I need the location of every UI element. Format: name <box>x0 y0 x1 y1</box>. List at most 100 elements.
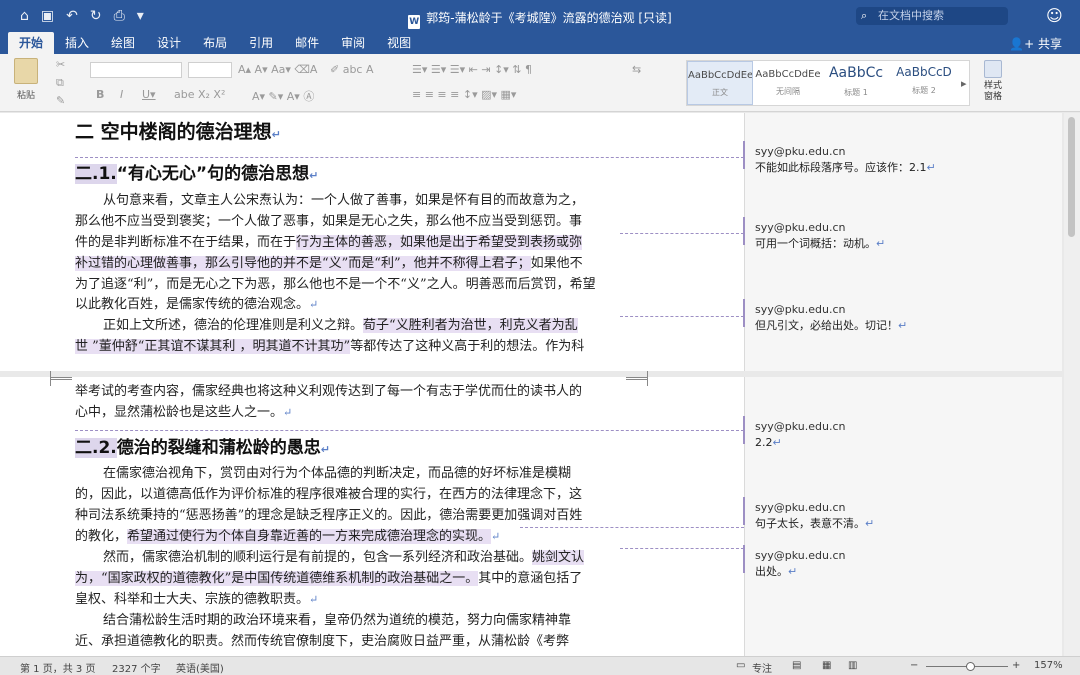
comment-text: 不能如此标段落序号。应该作：2.1↵ <box>755 160 936 176</box>
paragraph-mark: ↵ <box>309 593 319 606</box>
tab-mailings[interactable]: 邮件 <box>284 32 330 54</box>
comment-bar <box>743 217 745 245</box>
paragraph-mark: ↵ <box>926 161 936 174</box>
comment-leader <box>75 157 744 158</box>
body-line: 种司法系统秉持的“惩恶扬善”的理念是缺乏程序正义的。因此，德治需要更加强调对百姓 <box>75 508 583 523</box>
commented-text[interactable]: 姚剑文认 <box>532 550 585 565</box>
styles-gallery: AaBbCcDdEe 正文 AaBbCcDdEe 无间隔 AaBbCc 标题 1… <box>686 60 970 106</box>
tab-design[interactable]: 设计 <box>146 32 192 54</box>
styles-pane-icon <box>984 60 1002 78</box>
comment-body: 2.2 <box>755 436 773 449</box>
italic-icon[interactable]: I <box>120 88 123 101</box>
comment-5[interactable]: syy@pku.edu.cn 句子太长，表意不清。↵ <box>743 497 874 532</box>
format-painter-icon[interactable]: ✎ <box>56 94 65 107</box>
page-count[interactable]: 第 1 页，共 3 页 <box>20 660 95 675</box>
commented-text[interactable]: 补过错的心理做善事，那么引导他的并不是“义”而是“利”，他并不称得上君子； <box>75 256 531 271</box>
commented-text[interactable]: 世 ”董仲舒“正其谊不谋其利 ，明其道不计其功” <box>75 339 351 354</box>
comment-6[interactable]: syy@pku.edu.cn 出处。↵ <box>743 545 845 580</box>
comment-bar <box>743 497 745 525</box>
focus-mode-label[interactable]: 专注 <box>752 660 772 675</box>
comment-text: 2.2↵ <box>755 435 845 451</box>
commented-text[interactable]: 为，“国家政权的道德教化”是中国传统道德维系机制的政治基础之一。 <box>75 571 479 586</box>
clear-format-icon[interactable]: ✐ abc A <box>330 63 374 76</box>
commented-text[interactable]: 荀子“义胜利者为治世，利克义者为乱 <box>363 318 578 333</box>
style-sample: AaBbCcD <box>896 65 952 79</box>
paragraph-mark: ↵ <box>309 169 319 182</box>
scrollbar-thumb[interactable] <box>1068 117 1075 237</box>
paragraph-mark: ↵ <box>865 517 875 530</box>
zoom-in-icon[interactable]: + <box>1012 660 1020 671</box>
focus-icon[interactable]: ▭ <box>736 660 745 671</box>
tab-references[interactable]: 引用 <box>238 32 284 54</box>
zoom-slider-knob[interactable] <box>966 662 975 671</box>
comment-4[interactable]: syy@pku.edu.cn 2.2↵ <box>743 416 846 451</box>
word-count[interactable]: 2327 个字 <box>112 660 161 675</box>
grow-font-icon[interactable]: A▴ A▾ Aa▾ ⌫A <box>238 63 317 76</box>
paragraph-mark: ↵ <box>320 443 330 456</box>
style-heading-1[interactable]: AaBbCc 标题 1 <box>823 61 889 105</box>
style-heading-2[interactable]: AaBbCcD 标题 2 <box>891 61 957 105</box>
tab-draw[interactable]: 绘图 <box>100 32 146 54</box>
body-text: 如果他不 <box>530 256 583 271</box>
comment-text: 句子太长，表意不清。↵ <box>755 516 874 532</box>
web-layout-icon[interactable]: ▦ <box>822 660 831 671</box>
tab-layout[interactable]: 布局 <box>192 32 238 54</box>
paragraph-mark: ↵ <box>491 530 501 543</box>
body-text: 皇权、科举和士大夫、宗族的德教职责。 <box>75 592 310 607</box>
print-layout-icon[interactable]: ▤ <box>792 660 801 671</box>
bold-icon[interactable]: B <box>96 88 104 101</box>
read-mode-icon[interactable]: ▥ <box>848 660 857 671</box>
heading-1: 二 空中楼阁的德治理想↵ <box>75 117 281 144</box>
font-color-icon[interactable]: A▾ ✎▾ A▾ Ⓐ <box>252 88 314 104</box>
commented-text[interactable]: 希望通过使行为个体自身靠近善的一方来完成德治理念的实现。 <box>127 529 492 544</box>
body-line: 的，因此，以道德高低作为评价标准的程序很难被合理的实行，在西方的法律理念下，这 <box>75 487 583 502</box>
body-text: 其中的意涵包括了 <box>478 571 583 586</box>
body-line: 然而，儒家德治机制的顺利运行是有前提的，包含一系列经济和政治基础。姚剑文认 <box>103 548 585 568</box>
style-normal[interactable]: AaBbCcDdEe 正文 <box>687 61 753 105</box>
language-indicator[interactable]: 英语(美国) <box>176 660 224 675</box>
heading-1-text: 二 空中楼阁的德治理想 <box>75 121 272 143</box>
heading-2-1: 二.1.“有心无心”句的德治思想↵ <box>75 159 318 184</box>
tab-home[interactable]: 开始 <box>8 32 55 54</box>
body-line: 近、承担道德教化的职责。然而传统官僚制度下，吏治腐败日益严重，从蒲松龄《考弊 <box>75 634 570 649</box>
copy-icon[interactable]: ⧉ <box>56 76 64 90</box>
feedback-smiley-icon[interactable]: ☺ <box>1046 6 1063 25</box>
comment-author: syy@pku.edu.cn <box>755 420 846 433</box>
align-left-icon[interactable]: ≡ ≡ ≡ ≡ ↕▾ ▨▾ ▦▾ <box>412 88 516 101</box>
search-placeholder: 在文档中搜索 <box>878 9 944 22</box>
body-text: 正如上文所述，德治的伦理准则是利义之辩。 <box>103 318 364 333</box>
bullets-icon[interactable]: ☰▾ ☰▾ ☰▾ ⇤ ⇥ ↕▾ ⇅ ¶ <box>412 63 532 76</box>
find-replace-icon[interactable]: ⇆ <box>632 63 641 76</box>
tab-view[interactable]: 视图 <box>376 32 422 54</box>
strikethrough-icon[interactable]: abe X₂ X² <box>174 88 225 101</box>
document-area[interactable]: 二 空中楼阁的德治理想↵ 二.1.“有心无心”句的德治思想↵ 从句意来看，文章主… <box>0 113 1080 656</box>
comment-bar <box>743 141 745 169</box>
share-button[interactable]: 👤+ 共享 <box>1009 35 1062 52</box>
style-no-spacing[interactable]: AaBbCcDdEe 无间隔 <box>755 61 821 105</box>
comment-2[interactable]: syy@pku.edu.cn 可用一个词概括：动机。↵ <box>743 217 885 252</box>
tab-review[interactable]: 审阅 <box>330 32 376 54</box>
comment-leader <box>520 527 744 528</box>
body-line: 为，“国家政权的道德教化”是中国传统道德维系机制的政治基础之一。其中的意涵包括了 <box>75 569 582 589</box>
comment-body: 可用一个词概括：动机。 <box>755 237 876 250</box>
tab-insert[interactable]: 插入 <box>54 32 100 54</box>
commented-text[interactable]: 行为主体的善恶，如果他是出于希望受到表扬或弥 <box>296 235 583 250</box>
cut-icon[interactable]: ✂ <box>56 58 65 71</box>
comment-3[interactable]: syy@pku.edu.cn 但凡引文，必给出处。切记！↵ <box>743 299 907 334</box>
styles-more-icon[interactable]: ▸ <box>961 77 967 90</box>
styles-pane-button[interactable]: 样式 窗格 <box>980 60 1006 103</box>
underline-icon[interactable]: U▾ <box>142 88 156 101</box>
font-name-select[interactable] <box>90 62 182 78</box>
search-input[interactable]: ⌕ 在文档中搜索 <box>856 7 1008 25</box>
zoom-out-icon[interactable]: − <box>910 660 918 671</box>
comment-text: 但凡引文，必给出处。切记！↵ <box>755 318 907 334</box>
body-text: 件的是非判断标准不在于结果，而在于 <box>75 235 297 250</box>
paste-button[interactable]: 粘贴 <box>8 58 44 101</box>
font-size-select[interactable] <box>188 62 232 78</box>
title-bar: ⌂ ▣ ↶ ↻ ⎙ ▾ W 郭筠-蒲松龄于《考城隍》流露的德治观 [只读] ⌕ 在… <box>0 0 1080 32</box>
comment-1[interactable]: syy@pku.edu.cn 不能如此标段落序号。应该作：2.1↵ <box>743 141 936 176</box>
vertical-scrollbar[interactable] <box>1064 113 1080 656</box>
paragraph-mark: ↵ <box>788 565 798 578</box>
zoom-level[interactable]: 157% <box>1034 660 1063 671</box>
body-line: 以此教化百姓，是儒家传统的德治观念。↵ <box>75 295 318 315</box>
